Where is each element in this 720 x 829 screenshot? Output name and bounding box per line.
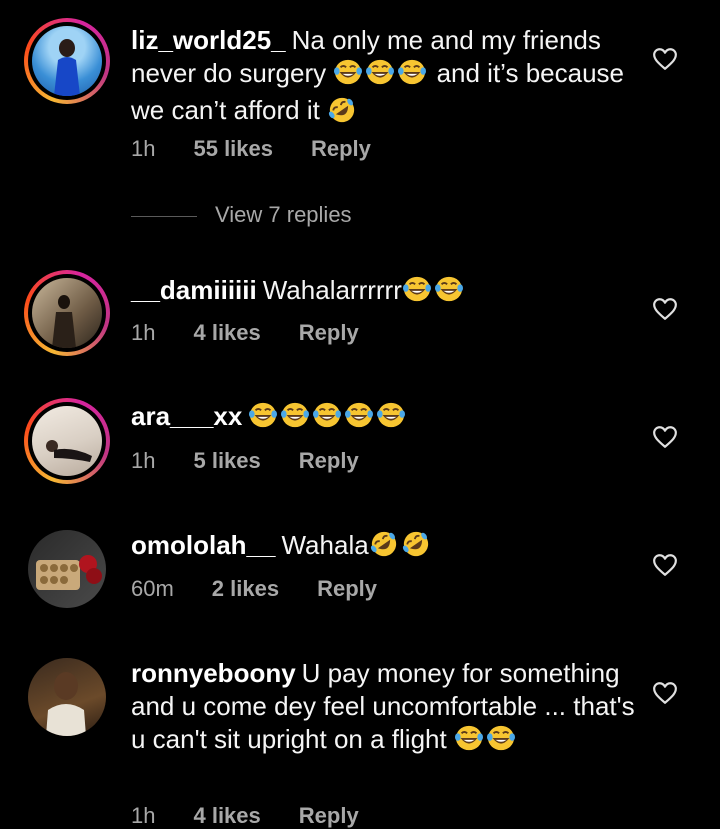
likes-count[interactable]: 4 likes [193,320,260,345]
timestamp: 1h [131,803,156,828]
emoji-group [333,58,429,94]
username[interactable]: ronnyeboony [131,658,296,688]
likes-count[interactable]: 4 likes [193,803,260,828]
comment-text: __damiiiiii Wahalarrrrrr [131,274,651,311]
avatar[interactable] [24,398,110,484]
rofl-emoji-icon [327,96,357,124]
comment-text: omololah__ Wahala [131,529,651,566]
divider [131,215,197,217]
laugh-emoji-icon [312,401,342,429]
rofl-emoji-icon [401,530,431,558]
comment-meta: 1h 4 likes Reply [131,803,397,829]
heart-icon[interactable] [652,553,678,577]
view-replies-button[interactable]: View 7 replies [131,202,352,232]
avatar[interactable] [24,18,110,104]
timestamp: 1h [131,320,156,345]
avatar[interactable] [24,654,110,740]
reply-button[interactable]: Reply [299,320,359,345]
timestamp: 1h [131,136,156,161]
username[interactable]: ara___xx [131,401,242,431]
emoji-group [402,275,466,311]
timestamp: 60m [131,576,174,601]
laugh-emoji-icon [365,58,395,86]
heart-icon[interactable] [652,425,678,449]
laugh-emoji-icon [333,58,363,86]
username[interactable]: omololah__ [131,530,275,560]
laugh-emoji-icon [248,401,278,429]
likes-count[interactable]: 5 likes [193,448,260,473]
timestamp: 1h [131,448,156,473]
username[interactable]: __damiiiiii [131,275,257,305]
comment-meta: 1h 55 likes Reply [131,136,409,162]
emoji-group [248,401,408,437]
comment-meta: 1h 5 likes Reply [131,448,397,474]
laugh-emoji-icon [402,275,432,303]
view-replies-label: View 7 replies [215,202,352,227]
comment-meta: 60m 2 likes Reply [131,576,415,602]
emoji-group [369,530,433,566]
laugh-emoji-icon [376,401,406,429]
laugh-emoji-icon [397,58,427,86]
comment-text: ara___xx [131,400,651,437]
reply-button[interactable]: Reply [317,576,377,601]
comment-meta: 1h 4 likes Reply [131,320,397,346]
rofl-emoji-icon [369,530,399,558]
laugh-emoji-icon [280,401,310,429]
reply-button[interactable]: Reply [299,448,359,473]
laugh-emoji-icon [344,401,374,429]
comment-body: Wahalarrrrrr [262,275,402,305]
comment-body: Wahala [281,530,369,560]
reply-button[interactable]: Reply [311,136,371,161]
comment-text: liz_world25_ Na only me and my friends ne… [131,24,651,127]
username[interactable]: liz_world25_ [131,25,286,55]
heart-icon[interactable] [652,681,678,705]
heart-icon[interactable] [652,47,678,71]
laugh-emoji-icon [486,724,516,752]
likes-count[interactable]: 55 likes [193,136,273,161]
reply-button[interactable]: Reply [299,803,359,828]
comment-text: ronnyeboony U pay money for something and… [131,657,651,760]
avatar[interactable] [24,270,110,356]
laugh-emoji-icon [434,275,464,303]
emoji-group [454,724,518,760]
likes-count[interactable]: 2 likes [212,576,279,601]
heart-icon[interactable] [652,297,678,321]
avatar[interactable] [24,526,110,612]
laugh-emoji-icon [454,724,484,752]
